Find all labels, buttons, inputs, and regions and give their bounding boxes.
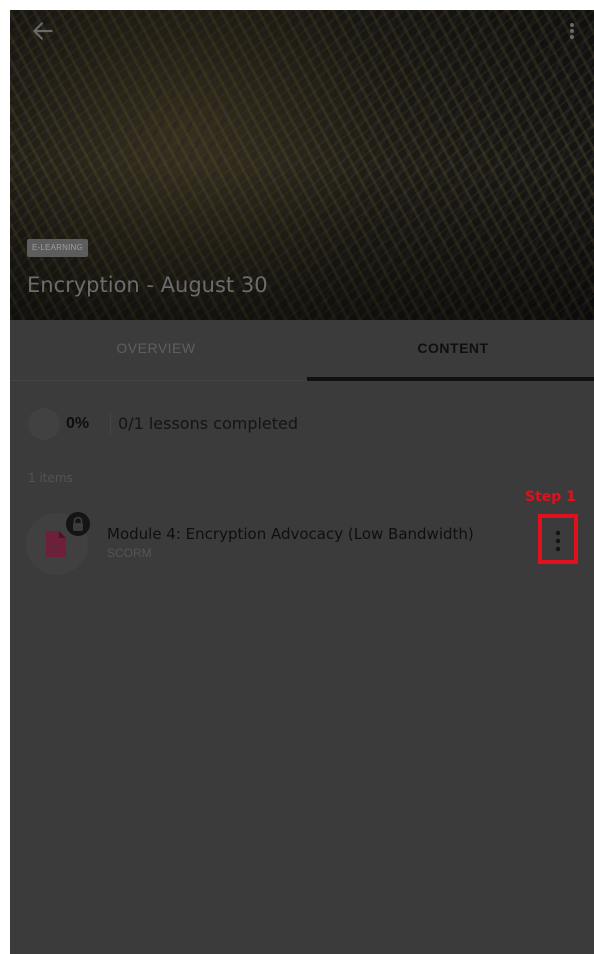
course-title: Encryption - August 30 (27, 273, 268, 297)
progress-percent: 0% (66, 415, 90, 432)
course-type-badge: E-LEARNING (27, 239, 88, 257)
item-title[interactable]: Module 4: Encryption Advocacy (Low Bandw… (107, 523, 474, 545)
app-screen: E-LEARNING Encryption - August 30 OVERVI… (10, 10, 594, 954)
item-more-options-button[interactable] (538, 514, 578, 564)
file-icon (46, 531, 66, 557)
step-annotation: Step 1 (525, 489, 576, 505)
arrow-left-icon[interactable] (30, 18, 56, 44)
item-type: SCORM (107, 546, 152, 560)
progress-text: 0/1 lessons completed (118, 414, 299, 433)
list-item[interactable]: Module 4: Encryption Advocacy (Low Bandw… (10, 510, 594, 580)
progress-divider (110, 412, 111, 436)
progress-summary: 0% 0/1 lessons completed (28, 408, 588, 442)
more-vertical-icon (555, 530, 561, 552)
course-hero: E-LEARNING Encryption - August 30 (10, 10, 594, 320)
progress-ring (28, 408, 60, 440)
more-vertical-icon[interactable] (562, 18, 582, 44)
active-tab-indicator (307, 377, 594, 381)
tab-content[interactable]: CONTENT (307, 320, 594, 380)
lock-icon (73, 516, 83, 531)
item-thumbnail (26, 512, 90, 575)
lock-badge (66, 512, 90, 536)
course-tabs: OVERVIEW CONTENT (10, 320, 594, 381)
items-count: 1 items (28, 471, 73, 485)
tab-overview[interactable]: OVERVIEW (10, 320, 302, 380)
